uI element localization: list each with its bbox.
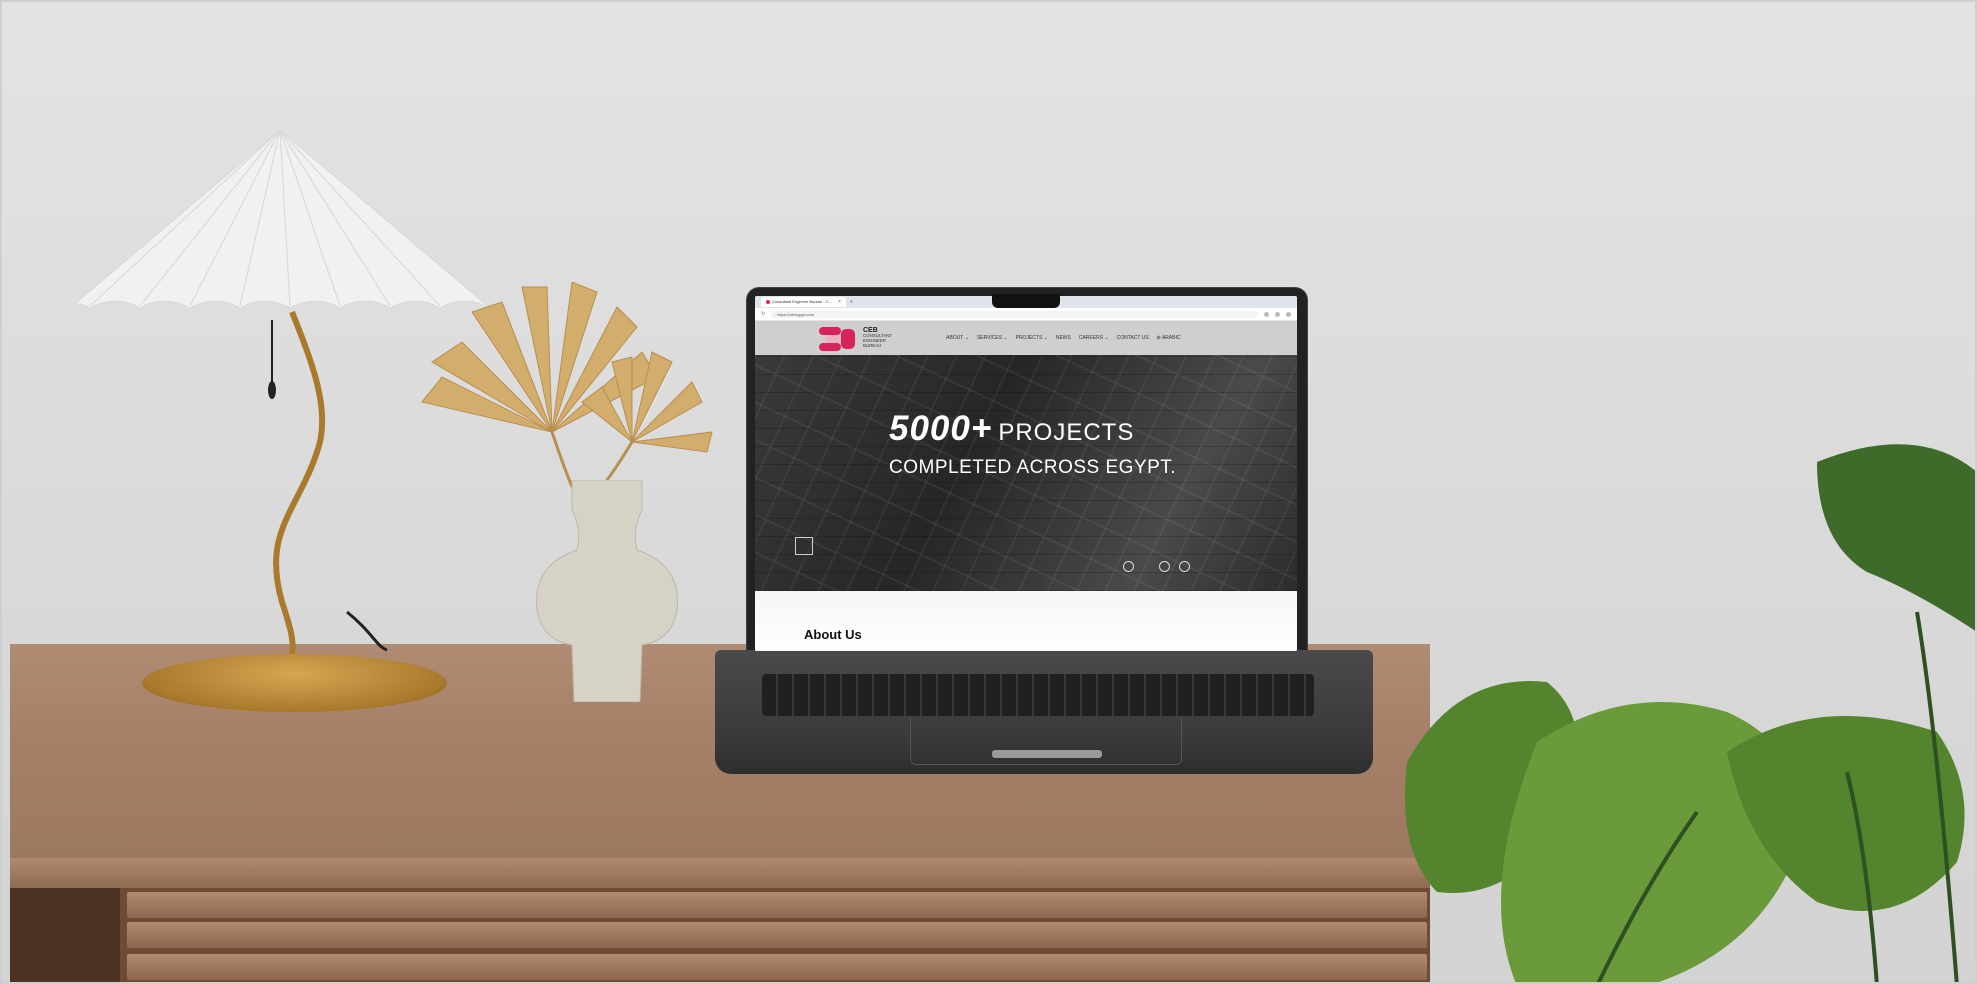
laptop-lip xyxy=(992,750,1102,758)
keyboard xyxy=(762,674,1314,716)
slider-dot[interactable] xyxy=(1179,561,1190,572)
scene: Consultant Engineer Bureau - C... × + ↻ … xyxy=(0,0,1977,984)
site-header: CEB CONSULTANT ENGINEER BUREAU ABOUT ⌄ S… xyxy=(755,321,1297,355)
monstera-plant xyxy=(1405,444,1975,982)
reload-icon[interactable]: ↻ xyxy=(761,311,765,317)
lamp-stem xyxy=(268,310,388,658)
browser-tab[interactable]: Consultant Engineer Bureau - C... × xyxy=(761,297,846,307)
nav-careers[interactable]: CAREERS ⌄ xyxy=(1079,335,1109,341)
extension-icon[interactable] xyxy=(1264,311,1269,317)
slider-dot[interactable] xyxy=(1123,561,1134,572)
about-section: About Us xyxy=(755,591,1297,651)
slider-dot[interactable] xyxy=(1159,561,1170,572)
profile-icon[interactable] xyxy=(1286,311,1291,317)
extension-icon[interactable] xyxy=(1275,311,1280,317)
desk-edge xyxy=(10,858,1430,888)
dried-palm-leaves xyxy=(421,282,713,488)
hero-slider: 5000+ PROJECTS COMPLETED ACROSS EGYPT. xyxy=(755,355,1297,591)
laptop-screen: Consultant Engineer Bureau - C... × + ↻ … xyxy=(755,296,1297,651)
nav-services[interactable]: SERVICES ⌄ xyxy=(977,335,1008,341)
nav-news[interactable]: NEWS xyxy=(1056,335,1071,341)
nav-language[interactable]: ⊕ ARABIC xyxy=(1157,335,1181,341)
url-field[interactable]: https://cebegypt.com xyxy=(771,310,1258,318)
desk-leg xyxy=(10,888,120,982)
favicon-icon xyxy=(766,300,770,304)
ceb-logo-icon[interactable] xyxy=(817,323,857,353)
nav-about[interactable]: ABOUT ⌄ xyxy=(946,335,969,341)
logo-text[interactable]: CEB CONSULTANT ENGINEER BUREAU xyxy=(863,327,892,348)
main-nav: ABOUT ⌄ SERVICES ⌄ PROJECTS ⌄ NEWS CAREE… xyxy=(946,335,1180,341)
address-bar: ↻ https://cebegypt.com xyxy=(755,308,1297,321)
desk-slat xyxy=(127,892,1427,918)
desk-slat xyxy=(127,922,1427,948)
hero-headline: 5000+ PROJECTS xyxy=(889,409,1134,449)
hero-subtitle: COMPLETED ACROSS EGYPT. xyxy=(889,457,1177,478)
slider-control-icon[interactable] xyxy=(795,537,813,555)
tab-title: Consultant Engineer Bureau - C... xyxy=(772,299,833,304)
camera-notch xyxy=(992,294,1060,308)
logo-line: BUREAU xyxy=(863,343,882,348)
lamp-base xyxy=(142,654,447,712)
hero-count: 5000+ xyxy=(889,409,993,448)
nav-projects[interactable]: PROJECTS ⌄ xyxy=(1016,335,1048,341)
desk-slat xyxy=(127,954,1427,980)
tab-close-icon[interactable]: × xyxy=(838,297,841,307)
vase xyxy=(536,480,678,702)
hero-word: PROJECTS xyxy=(998,419,1135,446)
nav-contact[interactable]: CONTACT US xyxy=(1117,335,1149,341)
about-title: About Us xyxy=(804,627,862,642)
new-tab-icon[interactable]: + xyxy=(850,299,853,305)
